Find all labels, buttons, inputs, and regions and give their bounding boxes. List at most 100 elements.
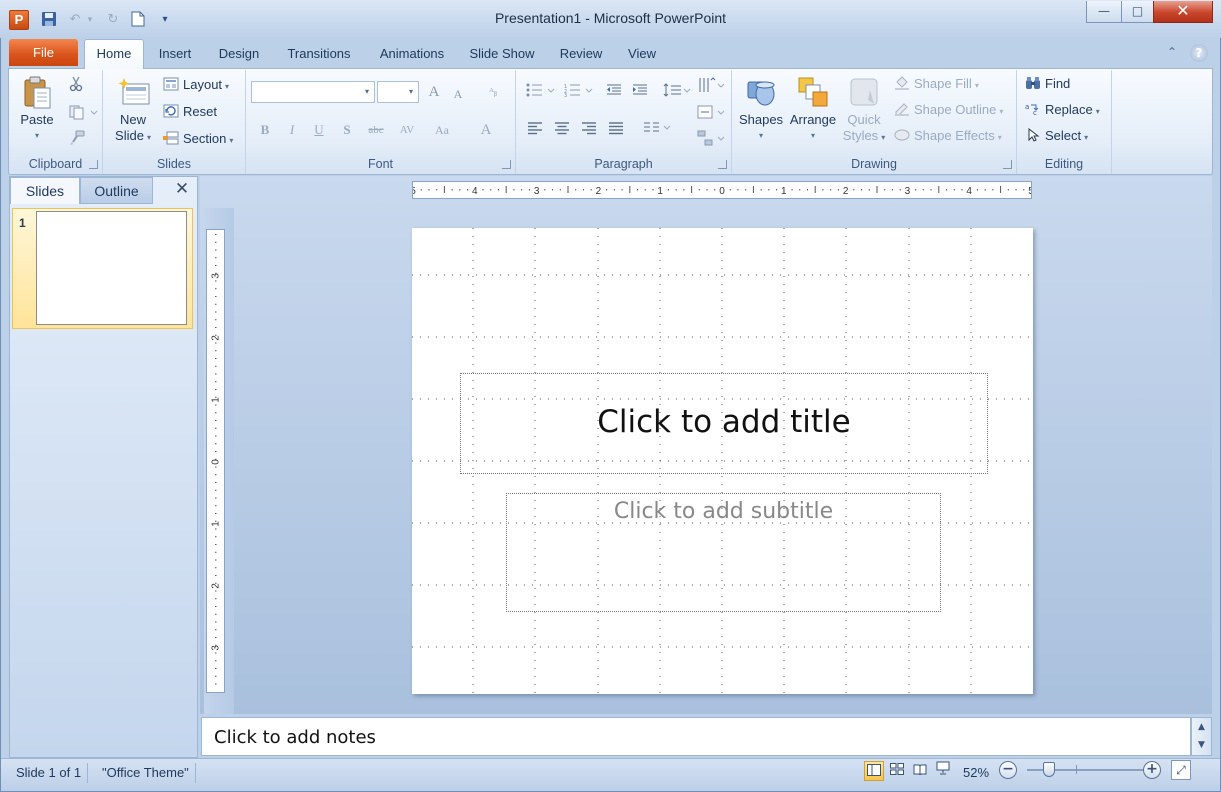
minimize-button[interactable]: — [1086,1,1122,23]
font-name-dropdown-icon[interactable]: ▾ [360,82,374,102]
grow-font-icon[interactable]: A [424,82,444,102]
font-size-combo[interactable]: ▾ [377,81,419,103]
reset-button[interactable]: Reset [163,102,217,122]
align-center-icon[interactable] [553,121,571,139]
help-icon[interactable]: ? [1190,44,1208,62]
paste-icon [21,76,53,109]
tab-transitions[interactable]: Transitions [277,44,361,66]
reset-label: Reset [183,104,217,119]
tab-design[interactable]: Design [210,44,268,66]
vertical-ruler[interactable]: 3210123 [206,229,225,693]
maximize-button[interactable]: □ [1121,1,1154,23]
select-button[interactable]: Select ▾ [1025,126,1088,146]
reset-icon [163,104,179,118]
tab-animations[interactable]: Animations [370,44,454,66]
character-spacing-button[interactable]: AV [394,120,420,140]
zoom-level[interactable]: 52% [963,763,989,783]
paste-caret[interactable]: ▾ [13,128,61,144]
slide-show-view-icon[interactable] [933,761,953,781]
font-color-button[interactable]: A [476,120,496,140]
normal-view-icon[interactable] [864,761,884,781]
scissors-icon[interactable] [69,76,85,92]
shrink-font-icon[interactable]: A [449,84,467,104]
tab-slides[interactable]: Slides [10,177,80,204]
align-right-icon[interactable] [580,121,598,139]
shapes-button[interactable]: Shapes ▾ [737,76,785,144]
new-slide-button[interactable]: New Slide ▾ [109,76,157,146]
change-case-button[interactable]: Aa [430,120,454,140]
numbering-icon[interactable]: 123 [562,83,596,101]
section-button[interactable]: Section ▾ [163,129,233,149]
arrange-caret[interactable]: ▾ [786,128,840,144]
text-shadow-button[interactable]: S [338,120,356,140]
paste-button[interactable]: Paste ▾ [13,76,61,144]
subtitle-placeholder[interactable]: Click to add subtitle [506,493,941,612]
theme-status[interactable]: "Office Theme" [96,763,196,783]
notes-pane[interactable]: Click to add notes [201,717,1191,756]
close-button[interactable]: ✕ [1153,1,1213,23]
fit-slide-to-window-icon[interactable]: ⤢ [1171,760,1191,780]
justify-icon[interactable] [607,121,625,139]
underline-button[interactable]: U [310,120,328,140]
shape-fill-button[interactable]: Shape Fill ▾ [894,74,979,94]
zoom-slider-thumb[interactable] [1043,762,1055,777]
text-direction-icon[interactable] [696,77,726,95]
align-text-icon[interactable] [696,104,726,122]
smartart-icon[interactable] [696,130,726,148]
arrange-button[interactable]: Arrange ▾ [786,76,840,144]
scroll-down-icon[interactable]: ▼ [1192,740,1211,750]
paintbrush-icon[interactable] [69,130,85,146]
zoom-out-button[interactable]: − [999,761,1017,779]
horizontal-ruler-tick [745,189,747,191]
minimize-ribbon-icon[interactable]: ⌃ [1167,45,1177,59]
strikethrough-button[interactable]: abc [364,120,388,140]
decrease-indent-icon[interactable] [604,83,624,101]
title-placeholder[interactable]: Click to add title [460,373,988,474]
horizontal-ruler-label: 1 [657,186,663,197]
shape-outline-button[interactable]: Shape Outline ▾ [894,100,1003,120]
tab-review[interactable]: Review [553,44,609,66]
layout-button[interactable]: Layout ▾ [163,75,229,95]
line-spacing-icon[interactable] [662,83,692,101]
horizontal-ruler-tick [714,189,716,191]
horizontal-ruler[interactable]: 5 4 3 2 1 0 1 2 3 4 5 [412,181,1032,199]
clear-formatting-icon[interactable]: ᴬᵦ [482,82,504,102]
clipboard-group: Paste ▾ Clipboard [9,70,103,174]
bold-button[interactable]: B [256,120,274,140]
slide-canvas[interactable]: Click to add title Click to add subtitle [412,228,1033,694]
tab-view[interactable]: View [620,44,664,66]
font-name-combo[interactable]: ▾ [251,81,375,103]
bullets-icon[interactable] [524,83,558,101]
shape-effects-button[interactable]: Shape Effects ▾ [894,126,1002,146]
slide-sorter-view-icon[interactable] [887,761,907,781]
tab-file[interactable]: File [9,39,78,66]
horizontal-ruler-tick [683,189,685,191]
clipboard-launcher-icon[interactable] [89,160,98,169]
notes-scrollbar[interactable]: ▲ ▼ [1191,717,1212,756]
shapes-caret[interactable]: ▾ [737,128,785,144]
replace-button[interactable]: a c Replace ▾ [1025,100,1100,120]
quick-styles-button[interactable]: Quick Styles ▾ [838,76,890,146]
reading-view-icon[interactable] [910,761,930,781]
tab-insert[interactable]: Insert [150,44,200,66]
italic-button[interactable]: I [283,120,301,140]
font-size-dropdown-icon[interactable]: ▾ [404,82,418,102]
slide-thumbnail[interactable] [36,211,187,325]
drawing-launcher-icon[interactable] [1003,160,1012,169]
copy-icon[interactable] [69,104,99,120]
columns-icon[interactable] [642,121,672,139]
zoom-in-button[interactable]: + [1143,761,1161,779]
font-launcher-icon[interactable] [502,160,511,169]
horizontal-ruler-tick [436,189,438,191]
tab-slide-show[interactable]: Slide Show [462,44,542,66]
tab-home[interactable]: Home [84,39,144,69]
paragraph-launcher-icon[interactable] [718,160,727,169]
horizontal-ruler-tick [644,189,646,191]
close-pane-icon[interactable]: ✕ [173,180,191,198]
scroll-up-icon[interactable]: ▲ [1192,722,1211,732]
find-button[interactable]: Find [1025,74,1070,94]
horizontal-ruler-tick [691,186,693,193]
increase-indent-icon[interactable] [630,83,650,101]
tab-outline[interactable]: Outline [80,177,153,204]
align-left-icon[interactable] [526,121,544,139]
